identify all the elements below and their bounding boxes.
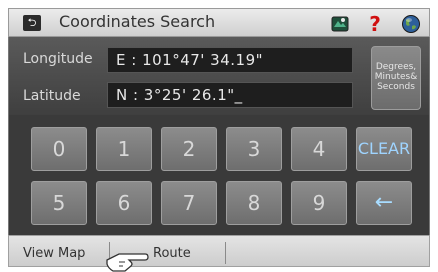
view-map-button[interactable]: View Map (9, 236, 109, 266)
key-6[interactable]: 6 (96, 181, 152, 225)
key-9[interactable]: 9 (291, 181, 347, 225)
help-icon-glyph: ? (369, 14, 381, 34)
coordinate-input-panel: Longitude E : 101°47' 34.19" Latitude N … (8, 37, 430, 115)
help-icon[interactable]: ? (365, 14, 385, 34)
map-icon[interactable] (330, 14, 350, 34)
bottom-action-bar: View Map Route (8, 235, 430, 272)
key-0[interactable]: 0 (31, 127, 87, 171)
key-7[interactable]: 7 (161, 181, 217, 225)
latitude-label: Latitude (23, 88, 81, 104)
key-1[interactable]: 1 (96, 127, 152, 171)
back-icon: ⮌ (27, 16, 37, 29)
coordinate-format-button[interactable]: Degrees, Minutes& Seconds (371, 46, 421, 110)
key-3[interactable]: 3 (226, 127, 282, 171)
latitude-field[interactable]: N : 3°25' 26.1"_ (107, 82, 353, 108)
key-4[interactable]: 4 (291, 127, 347, 171)
key-8[interactable]: 8 (226, 181, 282, 225)
divider (225, 242, 226, 264)
longitude-label: Longitude (23, 51, 93, 67)
coordinates-search-screen: ⮌ Coordinates Search ? Longitude E : 101… (0, 0, 438, 272)
hand-pointer-icon (106, 253, 149, 272)
globe-icon[interactable] (401, 14, 421, 34)
backspace-button[interactable]: ← (356, 181, 412, 225)
longitude-field[interactable]: E : 101°47' 34.19" (107, 47, 353, 73)
clear-button[interactable]: CLEAR (356, 127, 412, 171)
key-2[interactable]: 2 (161, 127, 217, 171)
title-bar: ⮌ Coordinates Search ? (8, 8, 430, 37)
format-line-3: Seconds (377, 82, 415, 92)
page-title: Coordinates Search (59, 12, 216, 31)
numeric-keypad: 0 1 2 3 4 CLEAR 5 6 7 8 9 ← (8, 115, 430, 235)
format-line-2: Minutes& (374, 72, 418, 82)
format-line-1: Degrees, (375, 62, 417, 72)
key-5[interactable]: 5 (31, 181, 87, 225)
back-button[interactable]: ⮌ (23, 15, 41, 31)
